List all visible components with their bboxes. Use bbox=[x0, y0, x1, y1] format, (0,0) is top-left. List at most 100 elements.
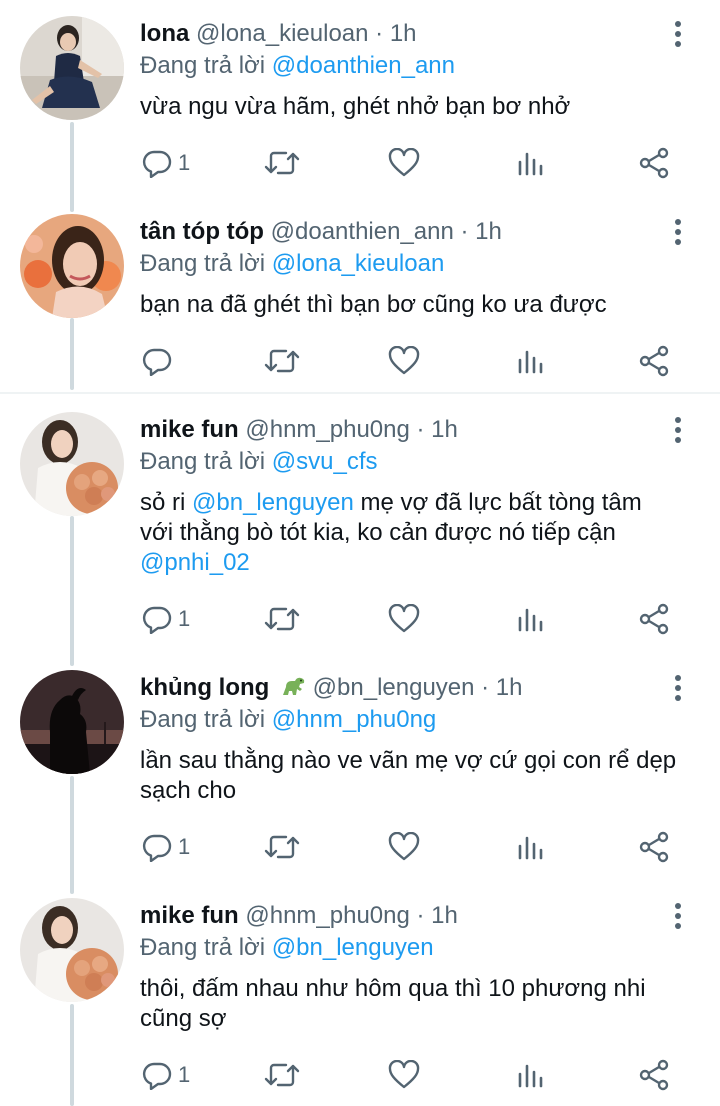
tweet-text: lần sau thằng nào ve vãn mẹ vợ cứ gọi co… bbox=[140, 746, 700, 806]
tweet-text-line: cũng sợ bbox=[140, 1005, 227, 1032]
share-button[interactable] bbox=[638, 827, 670, 867]
replying-to-mention[interactable]: @bn_lenguyen bbox=[272, 934, 434, 961]
replying-to-mention[interactable]: @lona_kieuloan bbox=[272, 250, 445, 277]
replying-to: Đang trả lời @hnm_phu0ng bbox=[140, 704, 436, 736]
more-options-button[interactable] bbox=[664, 902, 692, 930]
replying-to-mention[interactable]: @doanthien_ann bbox=[272, 52, 455, 79]
replying-to-mention[interactable]: @svu_cfs bbox=[272, 448, 378, 475]
tweet-mention[interactable]: @pnhi_02 bbox=[140, 549, 250, 576]
more-options-button[interactable] bbox=[664, 674, 692, 702]
reply-count: 1 bbox=[178, 606, 191, 631]
reply-count: 1 bbox=[178, 150, 191, 175]
retweet-button[interactable] bbox=[264, 341, 300, 381]
views-button[interactable] bbox=[516, 1055, 544, 1095]
views-button[interactable] bbox=[516, 143, 544, 183]
retweet-icon bbox=[264, 607, 300, 631]
reply-bubble-icon bbox=[142, 348, 172, 376]
more-vertical-icon bbox=[675, 219, 681, 245]
heart-icon bbox=[388, 346, 420, 375]
reply-bubble-icon bbox=[142, 606, 172, 634]
replying-to: Đang trả lời @lona_kieuloan bbox=[140, 248, 444, 280]
retweet-icon bbox=[264, 1063, 300, 1087]
tweet-text: bạn na đã ghét thì bạn bơ cũng ko ưa đượ… bbox=[140, 290, 700, 320]
more-vertical-icon bbox=[675, 417, 681, 443]
more-options-button[interactable] bbox=[664, 218, 692, 246]
avatar[interactable] bbox=[20, 670, 124, 774]
replying-to-mention[interactable]: @hnm_phu0ng bbox=[272, 706, 436, 733]
more-vertical-icon bbox=[675, 903, 681, 929]
display-name[interactable]: mike fun bbox=[140, 902, 239, 929]
retweet-icon bbox=[264, 835, 300, 859]
more-options-button[interactable] bbox=[664, 416, 692, 444]
reply-bubble-icon bbox=[142, 834, 172, 862]
reply-count: 1 bbox=[178, 1062, 191, 1087]
action-bar: 1 bbox=[0, 1055, 720, 1095]
more-options-button[interactable] bbox=[664, 20, 692, 48]
action-bar: 1 bbox=[0, 599, 720, 639]
views-button[interactable] bbox=[516, 827, 544, 867]
reply-button[interactable] bbox=[142, 341, 178, 381]
replying-to-label: Đang trả lời bbox=[140, 706, 266, 733]
replying-to-label: Đang trả lời bbox=[140, 448, 266, 475]
tweet-text-line: vừa ngu vừa hãm, ghét nhở bạn bơ nhở bbox=[140, 93, 571, 120]
tweet-text-line: với thằng bò tót kia, ko cản được nó tiế… bbox=[140, 519, 616, 546]
display-name[interactable]: lona bbox=[140, 20, 189, 47]
replying-to-label: Đang trả lời bbox=[140, 934, 266, 961]
like-button[interactable] bbox=[388, 143, 420, 183]
display-name[interactable]: mike fun bbox=[140, 416, 239, 443]
heart-icon bbox=[388, 1060, 420, 1089]
reply-bubble-icon bbox=[142, 1062, 172, 1090]
reply-button[interactable]: 1 bbox=[142, 1055, 190, 1095]
replying-to-label: Đang trả lời bbox=[140, 52, 266, 79]
share-button[interactable] bbox=[638, 143, 670, 183]
handle-time[interactable]: @hnm_phu0ng · 1h bbox=[245, 902, 458, 929]
avatar[interactable] bbox=[20, 214, 124, 318]
tweet-text-line: lần sau thằng nào ve vãn mẹ vợ cứ gọi co… bbox=[140, 747, 677, 774]
display-name[interactable]: tân tóp tóp bbox=[140, 218, 264, 245]
reply-button[interactable]: 1 bbox=[142, 599, 190, 639]
tweet-text-line: bạn na đã ghét thì bạn bơ cũng ko ưa đượ… bbox=[140, 291, 607, 318]
like-button[interactable] bbox=[388, 1055, 420, 1095]
handle-time[interactable]: @doanthien_ann · 1h bbox=[271, 218, 502, 245]
like-button[interactable] bbox=[388, 599, 420, 639]
reply-count: 1 bbox=[178, 834, 191, 859]
tweet-text: thôi, đấm nhau như hôm qua thì 10 phương… bbox=[140, 974, 700, 1034]
tweet-text-line: thôi, đấm nhau như hôm qua thì 10 phương… bbox=[140, 975, 646, 1002]
like-button[interactable] bbox=[388, 827, 420, 867]
analytics-bars-icon bbox=[518, 152, 543, 176]
avatar[interactable] bbox=[20, 898, 124, 1002]
handle-time[interactable]: @hnm_phu0ng · 1h bbox=[245, 416, 458, 443]
handle-time[interactable]: @lona_kieuloan · 1h bbox=[196, 20, 417, 47]
replying-to: Đang trả lời @svu_cfs bbox=[140, 446, 378, 478]
share-button[interactable] bbox=[638, 1055, 670, 1095]
analytics-bars-icon bbox=[518, 608, 543, 632]
views-button[interactable] bbox=[516, 599, 544, 639]
retweet-button[interactable] bbox=[264, 827, 300, 867]
share-button[interactable] bbox=[638, 599, 670, 639]
avatar[interactable] bbox=[20, 16, 124, 120]
tweet-mention[interactable]: @bn_lenguyen bbox=[192, 489, 354, 516]
tweet-text-line: sạch cho bbox=[140, 777, 237, 804]
share-button[interactable] bbox=[638, 341, 670, 381]
tweet-text-line: sỏ ri @bn_lenguyen mẹ vợ đã lực bất tòng… bbox=[140, 488, 700, 518]
handle-time[interactable]: @bn_lenguyen · 1h bbox=[313, 674, 523, 701]
share-icon bbox=[639, 603, 669, 635]
reply-button[interactable]: 1 bbox=[142, 827, 190, 867]
views-button[interactable] bbox=[516, 341, 544, 381]
tweet-text-segment: sỏ ri bbox=[140, 489, 193, 516]
tweet-text-line: @pnhi_02 bbox=[140, 548, 700, 578]
like-button[interactable] bbox=[388, 341, 420, 381]
action-bar: 1 bbox=[0, 143, 720, 183]
tweet-header: lona @lona_kieuloan · 1h bbox=[140, 18, 417, 50]
retweet-button[interactable] bbox=[264, 599, 300, 639]
tweet-header: mike fun @hnm_phu0ng · 1h bbox=[140, 900, 458, 932]
share-icon bbox=[639, 831, 669, 863]
share-icon bbox=[639, 345, 669, 377]
more-vertical-icon bbox=[675, 21, 681, 47]
retweet-button[interactable] bbox=[264, 143, 300, 183]
retweet-button[interactable] bbox=[264, 1055, 300, 1095]
reply-button[interactable]: 1 bbox=[142, 143, 190, 183]
conversation-divider bbox=[0, 392, 720, 394]
display-name[interactable]: khủng long bbox=[140, 674, 269, 701]
avatar[interactable] bbox=[20, 412, 124, 516]
